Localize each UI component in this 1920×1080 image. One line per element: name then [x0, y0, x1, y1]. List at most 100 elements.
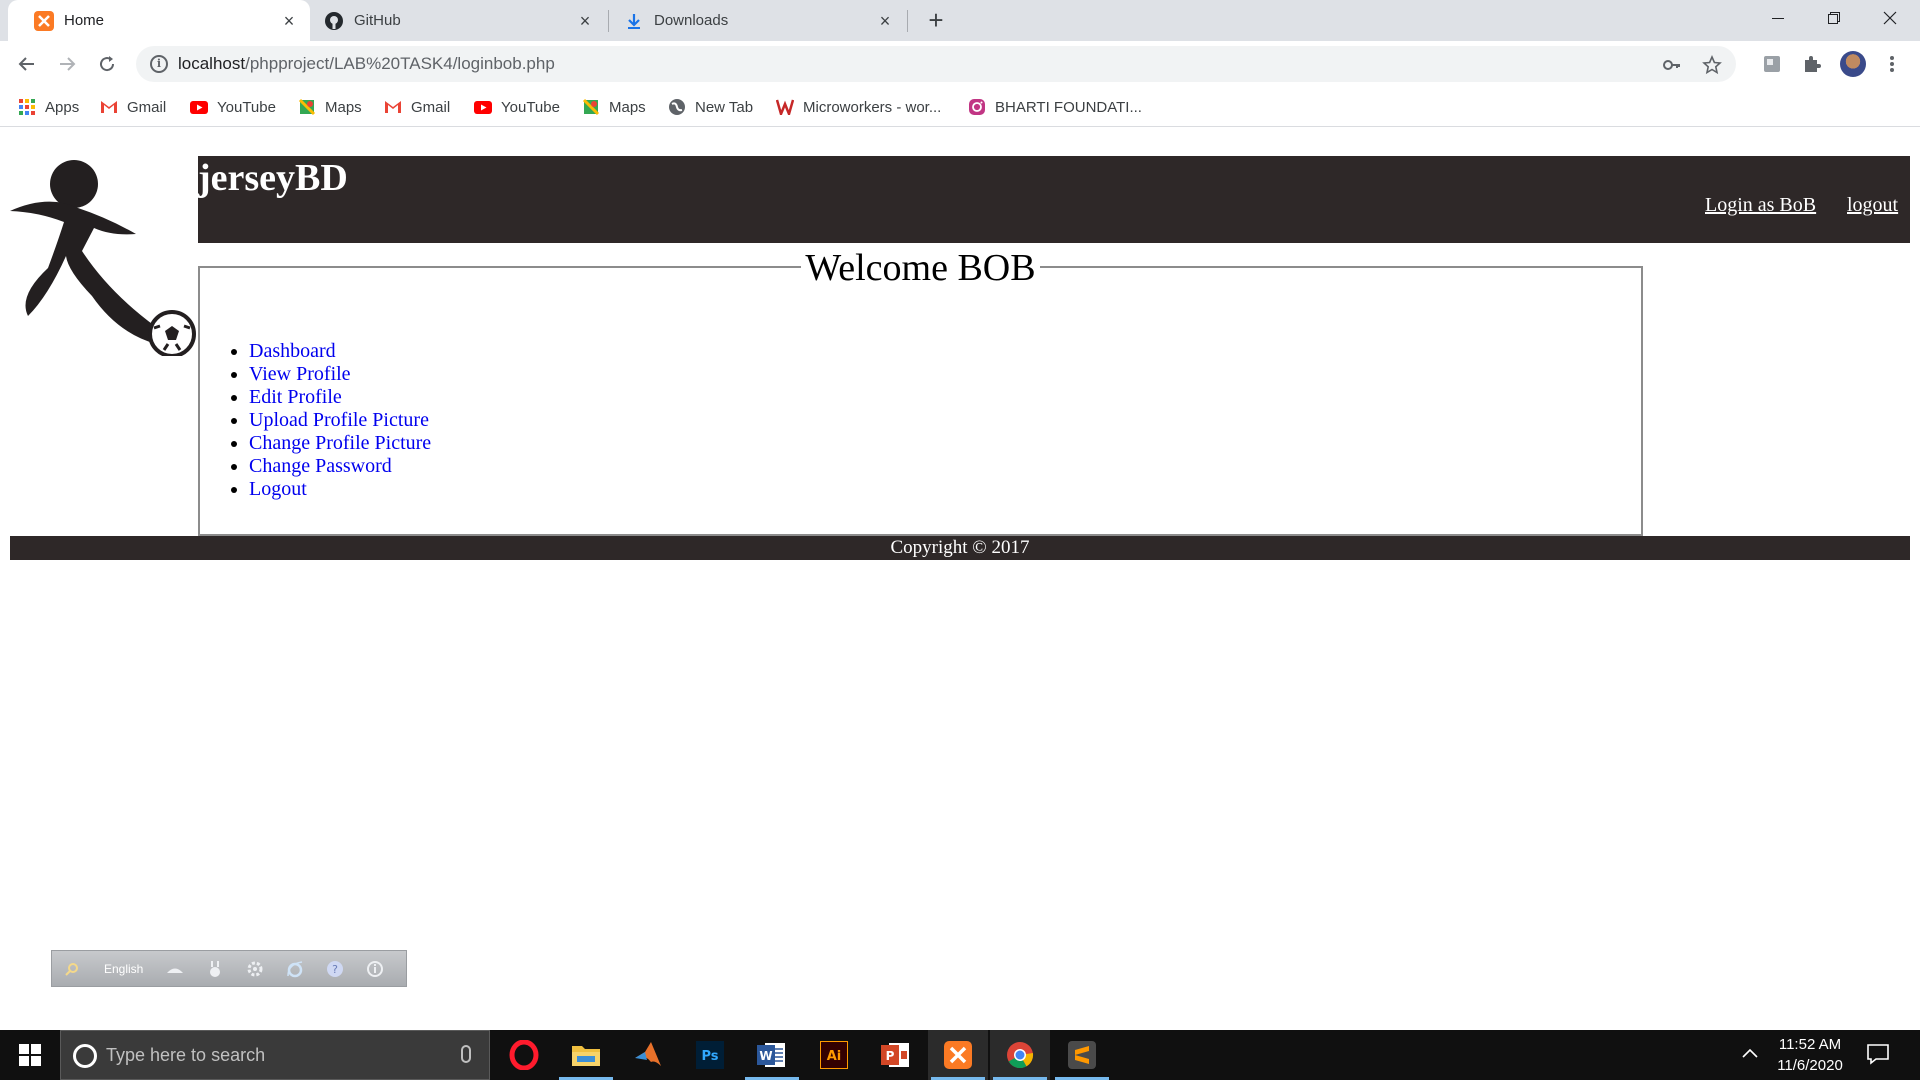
star-bookmark-icon[interactable]: [1700, 53, 1724, 77]
url-text[interactable]: localhost/phpproject/LAB%20TASK4/loginbo…: [178, 54, 555, 74]
taskbar-opera[interactable]: [494, 1030, 554, 1080]
bookmark-gmail[interactable]: Gmail: [100, 96, 166, 118]
address-bar[interactable]: i localhost/phpproject/LAB%20TASK4/login…: [136, 46, 1736, 82]
menu-link-edit-profile[interactable]: Edit Profile: [249, 386, 342, 408]
youtube-icon: [474, 98, 492, 116]
download-icon: [624, 11, 644, 31]
reload-button[interactable]: [93, 50, 121, 78]
globe-icon: [668, 98, 686, 116]
bookmark-youtube[interactable]: YouTube: [190, 96, 276, 118]
taskbar-matlab[interactable]: [618, 1030, 678, 1080]
bookmark-label: BHARTI FOUNDATI...: [995, 98, 1142, 116]
svg-text:P: P: [886, 1049, 895, 1063]
header-logout-link[interactable]: logout: [1847, 194, 1898, 217]
site-footer: Copyright © 2017: [10, 536, 1910, 560]
bookmark-maps[interactable]: Maps: [582, 96, 646, 118]
bookmark-label: Maps: [325, 98, 362, 116]
ie-icon[interactable]: [285, 959, 305, 979]
svg-text:W: W: [759, 1049, 772, 1063]
taskbar-illustrator[interactable]: Ai: [804, 1030, 864, 1080]
profile-avatar[interactable]: [1840, 51, 1866, 77]
taskbar-photoshop[interactable]: Ps: [680, 1030, 740, 1080]
menu-link-upload-picture[interactable]: Upload Profile Picture: [249, 409, 429, 431]
search-icon[interactable]: [62, 959, 82, 979]
bookmark-label: Microworkers - wor...: [803, 98, 942, 116]
powerpoint-icon: P: [881, 1043, 909, 1067]
tab-separator: [608, 10, 609, 32]
taskbar-sublime-text[interactable]: [1052, 1030, 1112, 1080]
new-tab-button[interactable]: +: [922, 6, 950, 34]
menu-link-dashboard[interactable]: Dashboard: [249, 340, 336, 362]
system-clock[interactable]: 11:52 AM 11/6/2020: [1760, 1034, 1860, 1076]
taskbar-word[interactable]: W: [742, 1030, 802, 1080]
menu-link-view-profile[interactable]: View Profile: [249, 363, 351, 385]
back-button[interactable]: [13, 50, 41, 78]
bookmark-maps[interactable]: Maps: [298, 96, 362, 118]
bookmark-label: Apps: [45, 98, 80, 116]
bookmark-label: Gmail: [127, 98, 167, 116]
close-tab-icon[interactable]: ×: [576, 12, 594, 30]
rabbit-icon[interactable]: [205, 959, 225, 979]
tab-home[interactable]: Home ×: [8, 0, 310, 41]
menu-link-logout[interactable]: Logout: [249, 478, 307, 500]
restore-button[interactable]: [1806, 0, 1862, 36]
site-info-icon[interactable]: i: [150, 55, 168, 73]
svg-text:Ps: Ps: [701, 1049, 718, 1064]
extensions-puzzle-icon[interactable]: [1800, 52, 1824, 76]
bookmark-new-tab[interactable]: New Tab: [668, 96, 753, 118]
menu-item: Change Profile Picture: [249, 432, 431, 455]
taskbar-xampp[interactable]: [928, 1030, 988, 1080]
close-tab-icon[interactable]: ×: [280, 12, 298, 30]
menu-item: Upload Profile Picture: [249, 409, 431, 432]
illustrator-icon: Ai: [820, 1041, 848, 1069]
tab-downloads[interactable]: Downloads ×: [610, 0, 906, 41]
login-as-link[interactable]: Login as BoB: [1705, 194, 1816, 217]
gmail-icon: [100, 98, 118, 116]
extension-icon[interactable]: [1760, 52, 1784, 76]
forward-button[interactable]: [53, 50, 81, 78]
menu-item: Logout: [249, 478, 431, 501]
bookmark-label: YouTube: [501, 98, 560, 116]
info-icon[interactable]: [365, 959, 385, 979]
bookmark-gmail[interactable]: Gmail: [384, 96, 450, 118]
close-window-button[interactable]: [1862, 0, 1918, 36]
taskbar-chrome[interactable]: [990, 1030, 1050, 1080]
photoshop-icon: Ps: [696, 1041, 724, 1069]
sublime-text-icon: [1068, 1041, 1096, 1069]
minimize-button[interactable]: [1750, 0, 1806, 36]
site-header: jerseyBD Login as BoB logout: [198, 156, 1910, 243]
microphone-icon[interactable]: [461, 1045, 471, 1063]
tab-title: Home: [64, 12, 105, 29]
matlab-icon: [635, 1042, 661, 1066]
welcome-heading: Welcome BOB: [801, 247, 1040, 289]
menu-link-change-picture[interactable]: Change Profile Picture: [249, 432, 431, 454]
microworkers-icon: [776, 98, 794, 116]
more-menu-icon[interactable]: [1880, 52, 1904, 76]
tab-github[interactable]: GitHub ×: [310, 0, 606, 41]
site-title: jerseyBD: [198, 157, 348, 199]
taskbar-search[interactable]: Type here to search: [60, 1030, 490, 1080]
menu-link-change-password[interactable]: Change Password: [249, 455, 392, 477]
search-placeholder: Type here to search: [106, 1045, 266, 1065]
key-icon[interactable]: [1660, 53, 1684, 77]
instagram-icon: [968, 98, 986, 116]
bookmark-microworkers[interactable]: Microworkers - wor...: [776, 96, 941, 118]
bookmark-bharti-foundation[interactable]: BHARTI FOUNDATI...: [968, 96, 1142, 118]
help-icon[interactable]: ?: [325, 959, 345, 979]
taskbar-powerpoint[interactable]: P: [866, 1030, 926, 1080]
bookmark-youtube[interactable]: YouTube: [474, 96, 560, 118]
menu-item: Dashboard: [249, 340, 431, 363]
tab-title: Downloads: [654, 12, 729, 29]
taskbar-file-explorer[interactable]: [556, 1030, 616, 1080]
language-label[interactable]: English: [104, 962, 143, 976]
bookmark-apps[interactable]: Apps: [18, 96, 79, 118]
close-tab-icon[interactable]: ×: [876, 12, 894, 30]
gear-icon[interactable]: [245, 959, 265, 979]
notification-center-icon[interactable]: [1866, 1042, 1890, 1066]
language-bar[interactable]: English ?: [51, 950, 407, 987]
chevron-up-icon[interactable]: [1742, 1042, 1758, 1063]
football-player-logo: [8, 156, 200, 358]
tab-title: GitHub: [354, 12, 401, 29]
start-button[interactable]: [0, 1030, 60, 1080]
keyboard-icon[interactable]: [165, 959, 185, 979]
